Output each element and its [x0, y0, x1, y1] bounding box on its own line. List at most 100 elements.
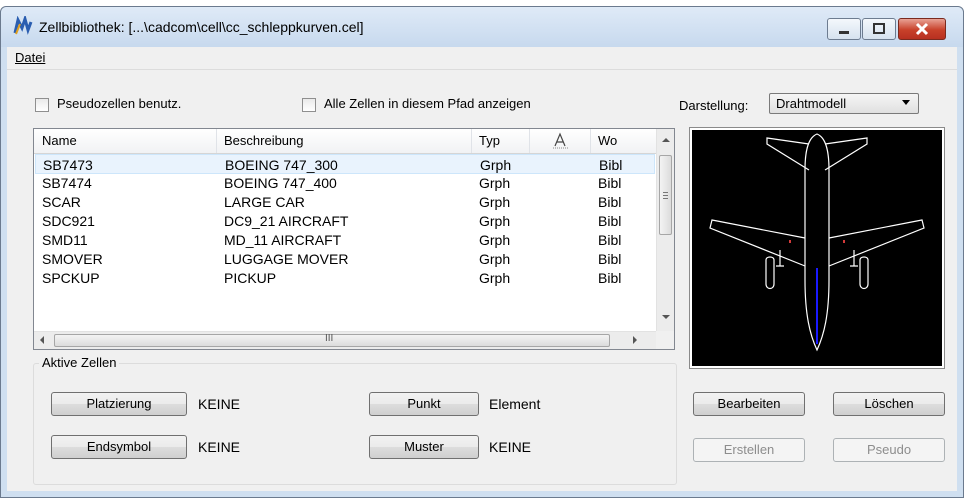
scroll-down-icon[interactable] [662, 315, 670, 319]
menu-datei[interactable]: Datei [15, 50, 45, 65]
column-divider[interactable] [216, 129, 217, 153]
column-divider[interactable] [590, 129, 591, 153]
delete-button[interactable]: Löschen [833, 392, 945, 416]
column-divider[interactable] [529, 129, 530, 153]
table-row[interactable]: SB7473 BOEING 747_300 Grph Bibl [35, 154, 655, 174]
menu-bar: Datei [7, 47, 957, 70]
wing-outline [709, 219, 925, 267]
point-button[interactable]: Punkt [369, 392, 479, 416]
table-row[interactable]: SB7474 BOEING 747_400 Grph Bibl [35, 173, 655, 193]
cell-type: Grph [479, 175, 511, 191]
cell-description: PICKUP [224, 270, 277, 286]
cell-where: Bibl [598, 194, 622, 210]
cell-name: SB7473 [43, 157, 93, 173]
gear-left [776, 250, 784, 267]
marker-left [789, 240, 791, 243]
table-row[interactable]: SDC921 DC9_21 AIRCRAFT Grph Bibl [35, 211, 655, 231]
microstation-app-icon [13, 16, 33, 35]
close-icon [915, 22, 929, 36]
grip-line [663, 195, 668, 196]
vertical-scrollbar[interactable] [656, 129, 674, 331]
display-mode-label: Darstellung: [679, 98, 749, 113]
cell-where: Bibl [598, 213, 622, 229]
endsymbol-value: KEINE [198, 439, 241, 455]
endsymbol-button[interactable]: Endsymbol [51, 435, 187, 459]
window-title: Zellbibliothek: [...\cadcom\cell\cc_schl… [39, 19, 364, 35]
cell-name: SB7474 [42, 175, 92, 191]
maximize-icon [873, 23, 885, 34]
placement-button[interactable]: Platzierung [51, 392, 187, 416]
display-mode-value: Drahtmodell [776, 96, 847, 111]
cell-type: Grph [479, 270, 511, 286]
all-cells-checkbox[interactable] [302, 98, 316, 112]
pseudo-button[interactable]: Pseudo [833, 438, 945, 462]
column-header-level-icon[interactable] [550, 131, 572, 154]
dialog-client-area: Pseudozellen benutz. Alle Zellen in dies… [7, 70, 957, 491]
aircraft-wireframe [709, 133, 925, 352]
cell-type: Grph [479, 251, 511, 267]
marker-right [843, 240, 845, 243]
table-row[interactable]: SCAR LARGE CAR Grph Bibl [35, 192, 655, 212]
pseudo-cells-label: Pseudozellen benutz. [57, 96, 182, 111]
cell-where: Bibl [599, 157, 623, 173]
minimize-icon [839, 31, 849, 34]
pattern-value: KEINE [489, 439, 532, 455]
scrollbar-corner [656, 331, 674, 349]
cell-name: SMOVER [42, 251, 103, 267]
pseudo-cells-checkbox[interactable] [35, 98, 49, 112]
chevron-down-icon [902, 100, 910, 105]
cell-type: Grph [479, 232, 511, 248]
display-mode-select[interactable]: Drahtmodell [769, 93, 919, 114]
vertical-scroll-thumb[interactable] [659, 155, 672, 235]
cell-description: BOEING 747_300 [225, 157, 338, 173]
cell-type: Grph [480, 157, 512, 173]
table-row[interactable]: SMD11 MD_11 AIRCRAFT Grph Bibl [35, 230, 655, 250]
column-header-description[interactable]: Beschreibung [224, 133, 304, 148]
all-cells-label: Alle Zellen in diesem Pfad anzeigen [324, 96, 531, 111]
grip-line [663, 192, 668, 193]
cell-name: SPCKUP [42, 270, 100, 286]
scroll-left-icon[interactable] [40, 336, 44, 344]
cell-type: Grph [479, 213, 511, 229]
horizontal-scroll-thumb[interactable]: III [54, 333, 610, 347]
engine-left [765, 256, 775, 290]
placement-value: KEINE [198, 396, 241, 412]
pattern-button[interactable]: Muster [369, 435, 479, 459]
grip-line [663, 198, 668, 199]
edit-button[interactable]: Bearbeiten [693, 392, 805, 416]
gear-right [850, 250, 858, 267]
minimize-button[interactable] [827, 18, 861, 40]
cell-description: MD_11 AIRCRAFT [224, 232, 342, 248]
maximize-button[interactable] [862, 18, 896, 40]
text-style-icon [553, 132, 569, 149]
horizontal-scrollbar[interactable]: III [34, 331, 656, 349]
engine-right [859, 256, 869, 290]
cell-list-table[interactable]: Name Beschreibung Typ Wo SB7473 BOEING 74… [33, 128, 675, 350]
column-header-name[interactable]: Name [42, 133, 77, 148]
point-value: Element [489, 396, 541, 412]
cell-name: SDC921 [42, 213, 95, 229]
table-row[interactable]: SMOVER LUGGAGE MOVER Grph Bibl [35, 249, 655, 269]
cell-where: Bibl [598, 251, 622, 267]
active-cells-group [33, 363, 677, 485]
cell-library-window: Zellbibliothek: [...\cadcom\cell\cc_schl… [0, 6, 964, 498]
column-divider[interactable] [471, 129, 472, 153]
table-row[interactable]: SPCKUP PICKUP Grph Bibl [35, 268, 655, 288]
horizontal-stabilizer-outline [766, 137, 868, 171]
scroll-right-icon[interactable] [633, 336, 637, 344]
column-header-where[interactable]: Wo [598, 133, 617, 148]
column-header-type[interactable]: Typ [479, 133, 500, 148]
cell-description: LARGE CAR [224, 194, 305, 210]
table-header: Name Beschreibung Typ Wo [34, 129, 656, 154]
close-button[interactable] [898, 18, 946, 40]
cell-where: Bibl [598, 175, 622, 191]
cell-preview [689, 127, 945, 369]
active-cells-title: Aktive Zellen [39, 355, 120, 370]
scroll-grip-label: III [325, 333, 334, 344]
cell-where: Bibl [598, 270, 622, 286]
title-bar[interactable]: Zellbibliothek: [...\cadcom\cell\cc_schl… [1, 7, 963, 47]
create-button[interactable]: Erstellen [693, 438, 805, 462]
scroll-up-icon[interactable] [662, 138, 670, 142]
cell-name: SCAR [42, 194, 81, 210]
cell-description: BOEING 747_400 [224, 175, 337, 191]
